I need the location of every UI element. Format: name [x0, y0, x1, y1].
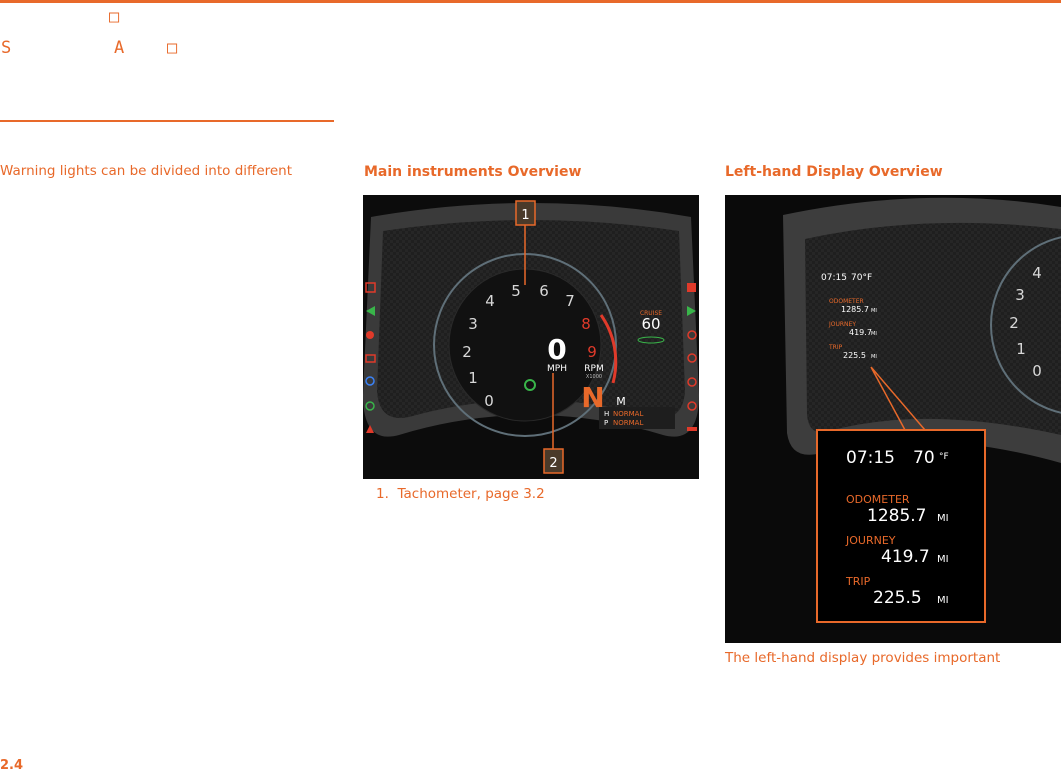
tachometer-caption: 1. Tachometer, page 3.2	[376, 486, 545, 502]
small-temp: 70°F	[851, 273, 872, 283]
esc-off-icon	[687, 283, 696, 292]
tach-number: 1	[1016, 340, 1026, 358]
zoom-unit: MI	[937, 595, 949, 606]
tach-number: 0	[1032, 362, 1042, 380]
header-glyph-a: A	[114, 38, 125, 58]
header-box-glyph-2: □	[167, 38, 178, 58]
small-unit: MI	[871, 331, 877, 337]
tach-number: 5	[511, 282, 521, 300]
tach-number: 7	[565, 292, 575, 310]
caption-number: 1.	[376, 486, 389, 502]
zoom-journey-label: JOURNEY	[845, 534, 896, 547]
zoom-time: 07:15	[846, 448, 895, 468]
cruise-value: 60	[641, 315, 660, 333]
tach-number: 3	[1015, 286, 1025, 304]
tach-number: 3	[468, 315, 478, 333]
tach-number: 4	[485, 292, 495, 310]
tach-number: 8	[581, 315, 591, 333]
small-trip-label: TRIP	[828, 344, 843, 351]
callout-1: 1	[521, 208, 529, 223]
tach-number: 9	[587, 343, 597, 361]
section-rule	[0, 120, 334, 122]
small-trip-value: 225.5	[843, 351, 866, 360]
tach-number: 2	[1009, 314, 1019, 332]
zoom-trip-value: 225.5	[873, 588, 922, 608]
zoom-odometer-label: ODOMETER	[846, 493, 910, 506]
tach-number: 1	[468, 369, 478, 387]
main-instruments-heading: Main instruments Overview	[364, 164, 582, 180]
intro-paragraph: Warning lights can be divided into diffe…	[0, 163, 293, 179]
zoom-odometer-value: 1285.7	[867, 506, 926, 526]
left-display-caption: The left-hand display provides important	[725, 650, 1001, 666]
small-time: 07:15	[821, 273, 847, 283]
zoom-journey-value: 419.7	[881, 547, 930, 567]
top-rule	[0, 0, 1061, 3]
small-unit: MI	[871, 308, 877, 314]
powertrain-value: NORMAL	[613, 419, 643, 427]
left-display-heading: Left-hand Display Overview	[725, 164, 943, 180]
handling-label: H	[604, 410, 609, 418]
brake-pad-icon	[687, 427, 697, 431]
caption-text: Tachometer, page 3.2	[397, 486, 545, 502]
airbag-warning-icon	[366, 331, 374, 339]
tach-number: 2	[462, 343, 472, 361]
powertrain-label: P	[604, 419, 608, 427]
speed-readout: 0	[547, 333, 566, 366]
zoom-unit: MI	[937, 554, 949, 565]
small-journey-label: JOURNEY	[828, 321, 856, 328]
tach-number: 0	[484, 392, 494, 410]
handling-value: NORMAL	[613, 410, 643, 418]
rpm-multiplier: X1000	[586, 374, 602, 380]
page-number: 2.4	[0, 758, 24, 773]
instrument-cluster-illustration: 0 1 2 3 4 5 6 7 8 9 0 MPH RPM X1000 N M …	[363, 195, 699, 479]
zoom-temp-value: 70	[913, 448, 935, 468]
left-display-figure: 0 1 2 3 4 07:15 70°F ODOMETER 1285.7 MI …	[725, 195, 1061, 643]
zoom-unit: MI	[937, 513, 949, 524]
tach-number: 4	[1032, 264, 1042, 282]
zoom-temp-unit: °F	[939, 452, 949, 462]
gear-mode: M	[616, 395, 626, 408]
main-instruments-figure: 0 1 2 3 4 5 6 7 8 9 0 MPH RPM X1000 N M …	[363, 195, 699, 479]
tach-number: 6	[539, 282, 549, 300]
zoom-trip-label: TRIP	[845, 575, 871, 588]
small-unit: MI	[871, 354, 877, 360]
header-box-glyph: □	[109, 7, 120, 27]
small-odometer-label: ODOMETER	[829, 298, 864, 305]
small-journey-value: 419.7	[849, 328, 872, 337]
callout-2: 2	[549, 456, 557, 471]
header-glyph-s: S	[1, 38, 12, 58]
small-odometer-value: 1285.7	[841, 305, 869, 314]
rpm-label: RPM	[584, 364, 603, 374]
left-display-illustration: 0 1 2 3 4 07:15 70°F ODOMETER 1285.7 MI …	[725, 195, 1061, 643]
speed-unit: MPH	[547, 364, 567, 374]
